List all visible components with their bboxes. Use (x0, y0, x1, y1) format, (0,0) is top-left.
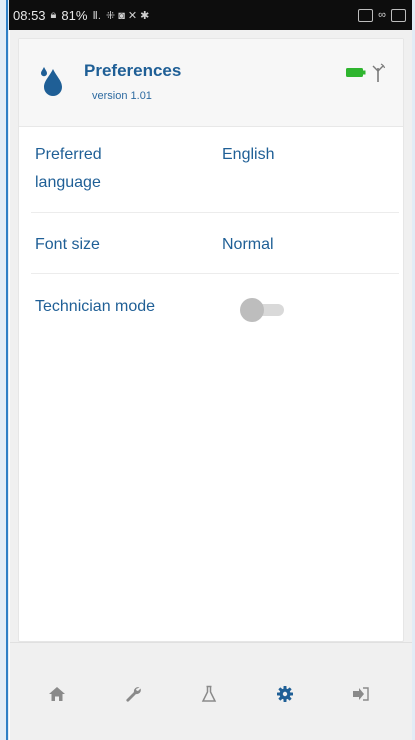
status-time: 08:53 (13, 7, 46, 23)
water-drop-icon (41, 67, 62, 96)
status-left: 08:53 🔒︎ 81% Ⅱ. ⁜ ◙ ✕ ✱ (13, 8, 149, 23)
home-icon (49, 687, 65, 701)
status-extra-icons: ⁜ ◙ ✕ ✱ (105, 9, 150, 22)
status-right: ∞ (358, 8, 406, 22)
preferences-card: Preferences version 1.01 Preferred langu… (18, 38, 404, 642)
screenshot-icon (358, 8, 374, 22)
nav-tools[interactable] (118, 681, 148, 707)
gear-icon (277, 686, 293, 702)
page-title: Preferences (84, 61, 182, 80)
nav-home[interactable] (42, 681, 72, 707)
nav-logout[interactable] (346, 681, 376, 707)
row-divider (31, 212, 399, 213)
version-label: version 1.01 (92, 90, 152, 102)
nav-lab[interactable] (194, 681, 224, 707)
status-bar: 08:53 🔒︎ 81% Ⅱ. ⁜ ◙ ✕ ✱ ∞ (9, 0, 412, 30)
nav-settings[interactable] (270, 681, 300, 707)
row-divider (31, 273, 399, 274)
flask-icon (201, 685, 217, 702)
technician-mode-toggle[interactable] (240, 298, 288, 322)
battery-icon (346, 68, 366, 77)
logout-icon (353, 687, 369, 701)
language-value[interactable]: English (222, 141, 274, 169)
toggle-thumb (240, 298, 264, 322)
font-size-value[interactable]: Normal (222, 231, 274, 259)
signal-text: Ⅱ. (92, 9, 101, 22)
bottom-nav (10, 642, 412, 740)
font-size-label: Font size (35, 236, 100, 253)
language-label: Preferred language (35, 146, 102, 191)
infinity-icon: ∞ (378, 9, 386, 21)
wrench-icon (126, 687, 141, 702)
app-container: Preferences version 1.01 Preferred langu… (10, 30, 412, 740)
window-frame-rule (6, 0, 8, 740)
antenna-icon (372, 63, 386, 82)
card-header: Preferences version 1.01 (19, 39, 403, 127)
window-icon (391, 8, 406, 22)
technician-mode-label: Technician mode (35, 298, 156, 315)
lock-icon: 🔒︎ (50, 8, 57, 21)
status-battery-percent: 81% (61, 7, 88, 23)
